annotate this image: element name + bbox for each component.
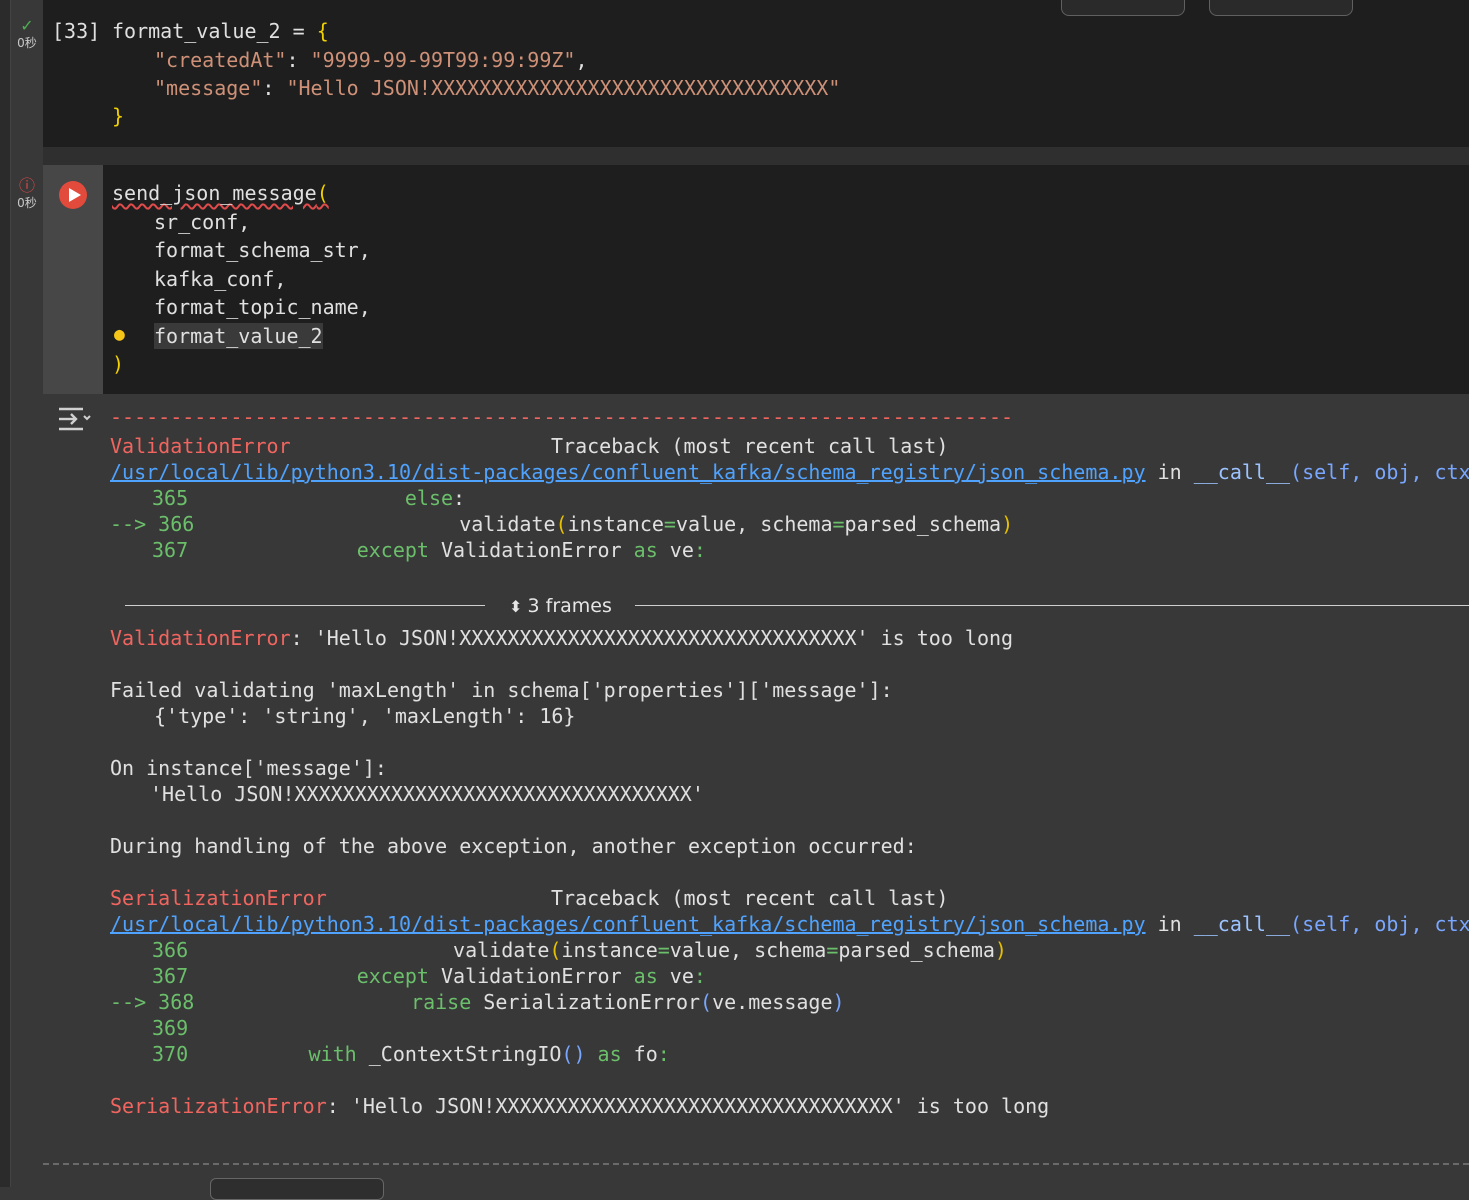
instance-line: On instance['message']: <box>110 756 387 780</box>
traceback-line: --> 368 raise SerializationError(ve.mess… <box>110 990 845 1014</box>
traceback-file-line: /usr/local/lib/python3.10/dist-packages/… <box>110 460 1469 484</box>
traceback-file-line: /usr/local/lib/python3.10/dist-packages/… <box>110 912 1469 936</box>
cell-bottom-border <box>43 1163 1469 1165</box>
divider <box>635 605 1469 606</box>
traceback-line: 366 validate(instance=value, schema=pars… <box>152 938 1007 962</box>
code-arg: format_schema_str, <box>154 238 371 262</box>
error-name: SerializationError <box>110 886 327 910</box>
traceback-line: 369 <box>152 1016 189 1040</box>
cell-separator <box>43 147 1469 165</box>
file-path-link[interactable]: /usr/local/lib/python3.10/dist-packages/… <box>110 460 1146 484</box>
cell2-time: 0秒 <box>17 196 37 210</box>
cell2-status: ⓘ 0秒 <box>12 178 42 211</box>
code-arg: format_value_2 <box>154 323 323 349</box>
code-line: "message": "Hello JSON!XXXXXXXXXXXXXXXXX… <box>154 76 841 100</box>
code-line: format_value_2 = { <box>112 19 329 43</box>
failed-validating-line: Failed validating 'maxLength' in schema[… <box>110 678 893 702</box>
check-icon: ✓ <box>20 16 34 35</box>
cell1-status: ✓ 0秒 <box>12 18 42 51</box>
code-arg: format_topic_name, <box>154 295 371 319</box>
cell-toolbar-button[interactable] <box>1209 0 1353 16</box>
instance-value: 'Hello JSON!XXXXXXXXXXXXXXXXXXXXXXXXXXXX… <box>150 782 704 806</box>
traceback-line: 367 except ValidationError as ve: <box>152 538 706 562</box>
traceback-line: 367 except ValidationError as ve: <box>152 964 706 988</box>
cell1-time: 0秒 <box>17 36 37 50</box>
error-name: ValidationError <box>110 434 291 458</box>
error-circle-icon: ⓘ <box>18 176 35 195</box>
traceback-line: --> 366 validate(instance=value, schema=… <box>110 512 1014 536</box>
traceback-line: 370 with _ContextStringIO() as fo: <box>152 1042 670 1066</box>
error-message: ValidationError: 'Hello JSON!XXXXXXXXXXX… <box>110 626 1014 650</box>
add-cell-button[interactable] <box>210 1178 384 1200</box>
output-actions-icon[interactable] <box>57 406 91 434</box>
traceback-label: Traceback (most recent call last) <box>551 434 949 458</box>
traceback-dashes: ----------------------------------------… <box>110 405 1014 429</box>
file-path-link[interactable]: /usr/local/lib/python3.10/dist-packages/… <box>110 912 1146 936</box>
schema-line: {'type': 'string', 'maxLength': 16} <box>154 704 576 728</box>
collapsed-frames[interactable]: ⬍ 3 frames <box>125 592 1469 620</box>
code-arg: kafka_conf, <box>154 267 287 291</box>
traceback-label: Traceback (most recent call last) <box>551 886 949 910</box>
lightbulb-icon[interactable]: ● <box>114 322 125 348</box>
cell2-run-area <box>43 165 103 394</box>
code-line: send_json_message( <box>112 181 329 205</box>
during-handling: During handling of the above exception, … <box>110 834 917 858</box>
exec-count: [33] <box>52 19 101 43</box>
expand-icon: ⬍ <box>509 597 528 616</box>
cell-toolbar-button[interactable] <box>1061 0 1185 16</box>
divider <box>125 605 485 606</box>
run-button-icon[interactable] <box>58 180 88 210</box>
frames-toggle[interactable]: ⬍ 3 frames <box>509 592 612 621</box>
code-line: "createdAt": "9999-99-99T99:99:99Z", <box>154 48 588 72</box>
code-line: ) <box>112 352 125 376</box>
code-arg: sr_conf, <box>154 210 251 234</box>
final-error-message: SerializationError: 'Hello JSON!XXXXXXXX… <box>110 1094 1050 1118</box>
code-line: } <box>112 104 125 128</box>
left-gutter <box>0 0 11 1187</box>
traceback-line: 365 else: <box>152 486 466 510</box>
